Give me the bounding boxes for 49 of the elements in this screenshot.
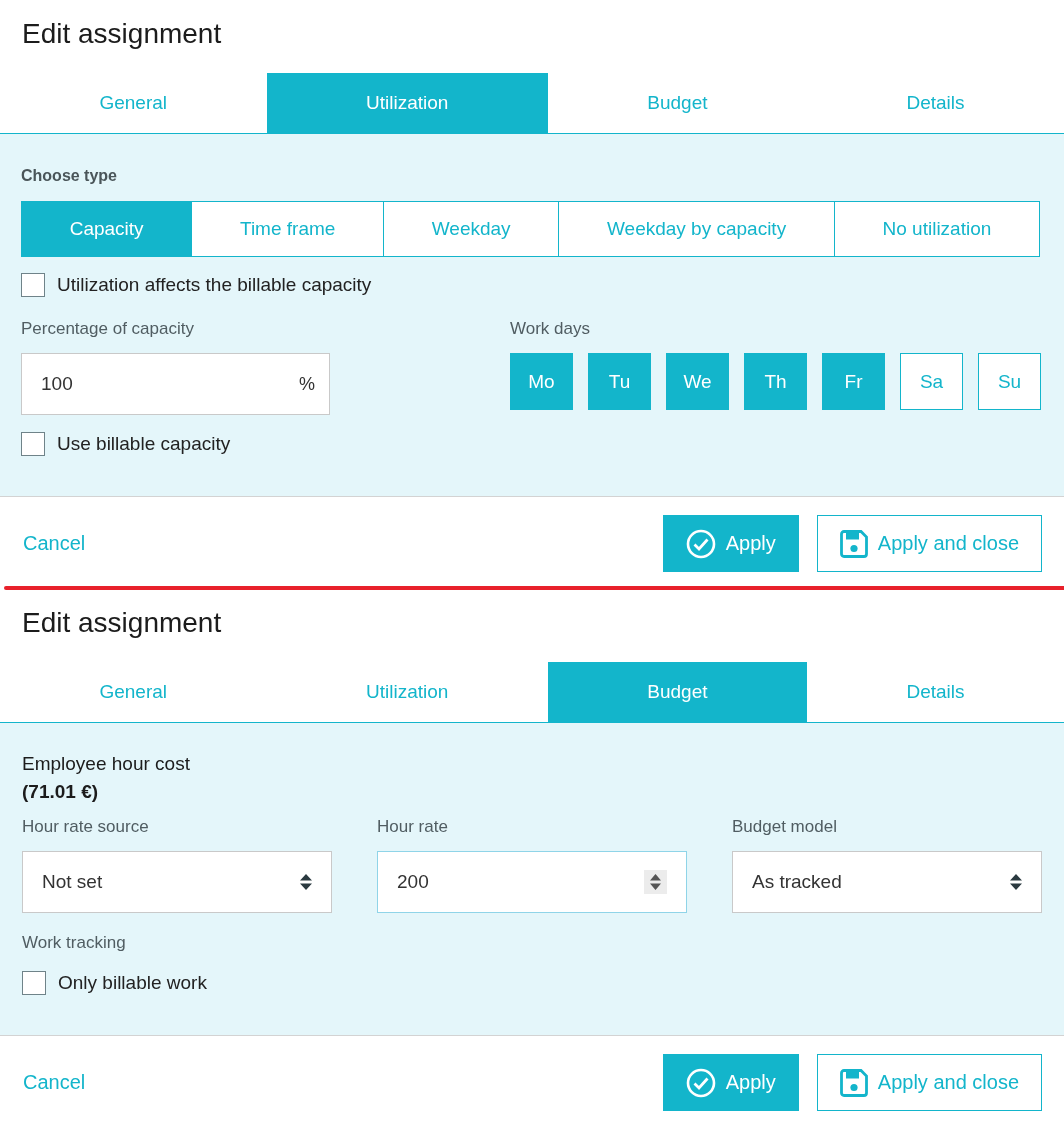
percentage-field[interactable]: 100 % — [21, 353, 330, 415]
tab[interactable]: General — [0, 73, 267, 133]
day-toggle[interactable]: Sa — [900, 353, 963, 410]
day-toggle[interactable]: Fr — [822, 353, 885, 410]
apply-button[interactable]: Apply — [662, 1054, 799, 1111]
tab[interactable]: Details — [807, 73, 1064, 133]
dialog-title: Edit assignment — [21, 17, 223, 51]
field-label: Hour rate source — [22, 817, 150, 837]
apply-button[interactable]: Apply — [662, 515, 799, 572]
section-label: Choose type — [21, 166, 118, 186]
cancel-link[interactable]: Cancel — [23, 515, 86, 572]
cost-heading: Employee hour cost — [22, 752, 191, 776]
select-field[interactable]: Not set — [22, 851, 332, 913]
number-field[interactable]: 200 — [377, 851, 687, 913]
field-label: Work days — [510, 319, 591, 339]
checkbox-label: Only billable work — [58, 972, 207, 994]
type-option[interactable]: Capacity — [22, 202, 192, 256]
check-circle-icon — [685, 528, 716, 559]
apply-and-close-button[interactable]: Apply and close — [816, 515, 1042, 572]
day-toggle[interactable]: Mo — [510, 353, 573, 410]
day-toggle[interactable]: Th — [744, 353, 807, 410]
select-field[interactable]: As tracked — [732, 851, 1042, 913]
checkbox-label: Use billable capacity — [57, 433, 231, 455]
tab[interactable]: Details — [807, 662, 1064, 722]
field-label: Percentage of capacity — [21, 319, 195, 339]
checkbox-label: Utilization affects the billable capacity — [57, 274, 372, 296]
checkbox[interactable] — [21, 273, 45, 297]
checkbox[interactable] — [22, 971, 46, 995]
tab[interactable]: Budget — [547, 662, 807, 722]
dialog-title: Edit assignment — [21, 606, 223, 640]
day-toggle[interactable]: We — [666, 353, 729, 410]
tab[interactable]: Utilization — [266, 73, 548, 133]
spinner-arrows-icon[interactable] — [644, 870, 667, 894]
up-down-caret-icon[interactable] — [1010, 874, 1022, 890]
field-label: Hour rate — [377, 817, 449, 837]
checkbox[interactable] — [21, 432, 45, 456]
up-down-caret-icon[interactable] — [300, 874, 312, 890]
field-label: Work tracking — [22, 933, 127, 953]
tab[interactable]: Utilization — [266, 662, 548, 722]
check-circle-icon — [685, 1067, 716, 1098]
tab[interactable]: Budget — [547, 73, 807, 133]
cancel-link[interactable]: Cancel — [23, 1054, 86, 1111]
cost-value: (71.01 €) — [22, 780, 100, 804]
apply-and-close-button[interactable]: Apply and close — [816, 1054, 1042, 1111]
day-toggle[interactable]: Su — [978, 353, 1041, 410]
tab[interactable]: General — [0, 662, 267, 722]
unit-label: % — [299, 373, 315, 395]
field-label: Budget model — [732, 817, 838, 837]
day-toggle[interactable]: Tu — [588, 353, 651, 410]
